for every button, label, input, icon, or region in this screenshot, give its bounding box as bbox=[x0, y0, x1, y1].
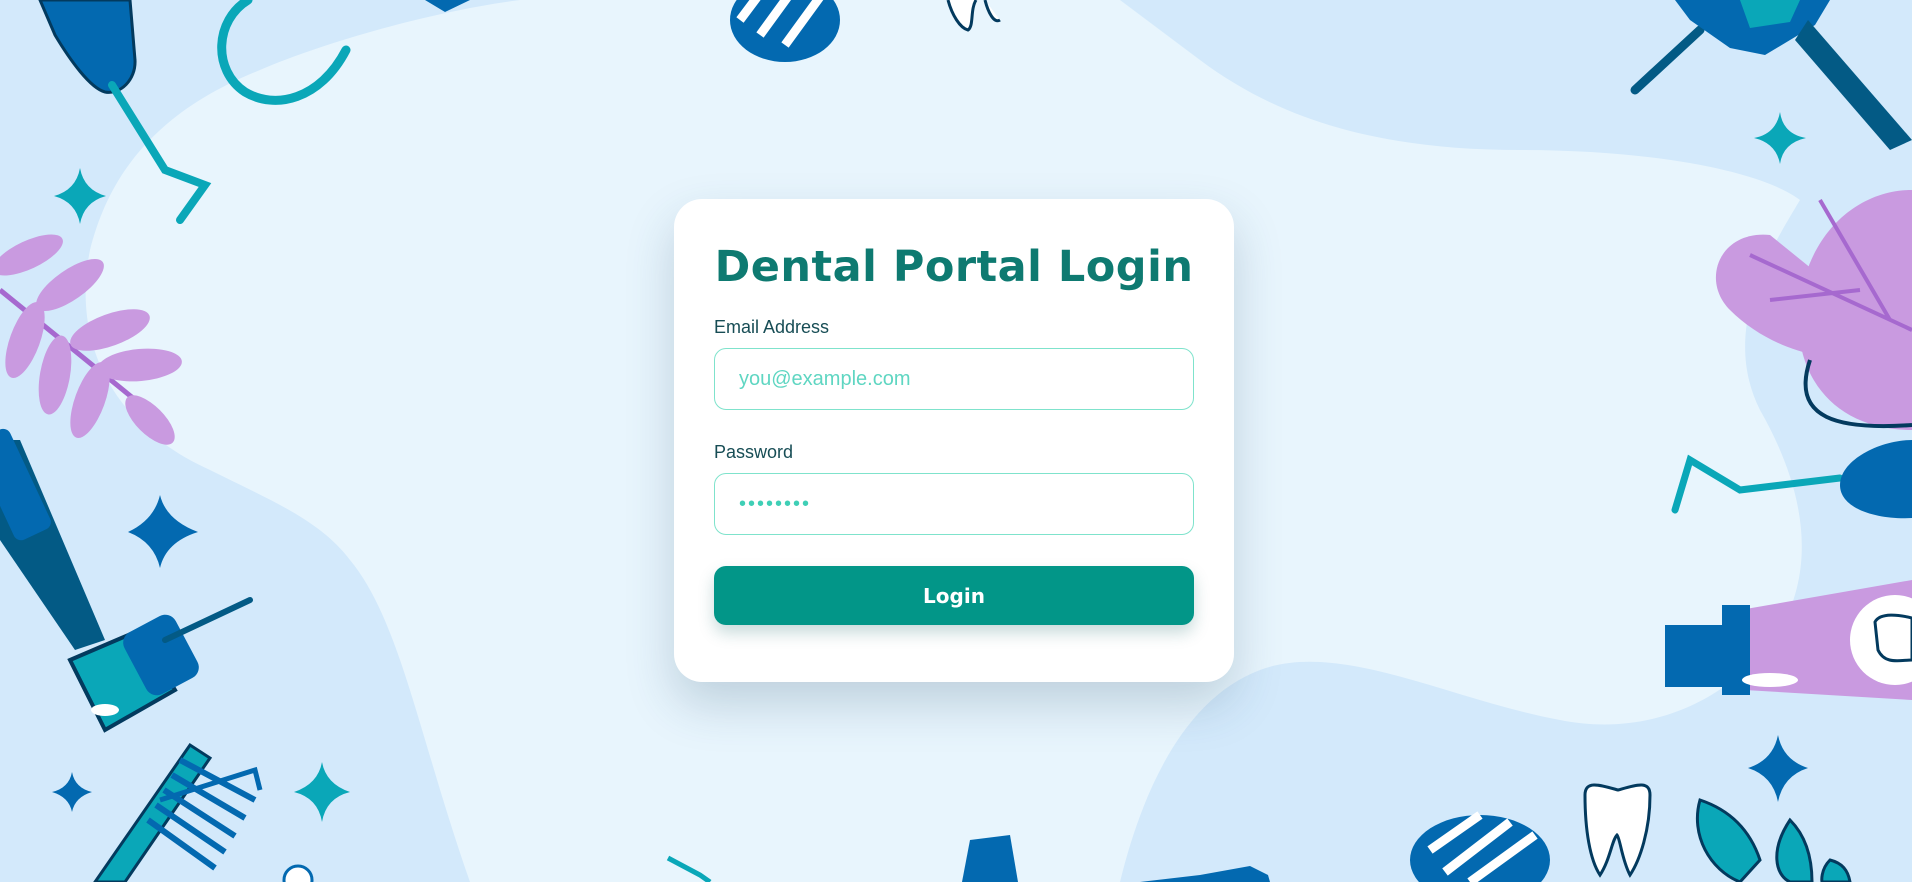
tooth-icon bbox=[946, 0, 1001, 32]
email-label: Email Address bbox=[714, 317, 830, 337]
floss-icon bbox=[282, 864, 314, 882]
background-blob bbox=[1120, 0, 1912, 882]
email-field[interactable] bbox=[714, 348, 1194, 410]
dental-mirror-icon bbox=[730, 0, 840, 62]
password-label: Password bbox=[714, 442, 794, 462]
login-title: Dental Portal Login bbox=[714, 242, 1194, 292]
toothpaste-tube-icon bbox=[1665, 580, 1912, 700]
login-button[interactable]: Login bbox=[714, 566, 1194, 625]
login-card: Dental Portal Login Email Address Passwo… bbox=[674, 199, 1234, 682]
password-field[interactable] bbox=[714, 473, 1194, 535]
background-blob bbox=[0, 0, 520, 882]
